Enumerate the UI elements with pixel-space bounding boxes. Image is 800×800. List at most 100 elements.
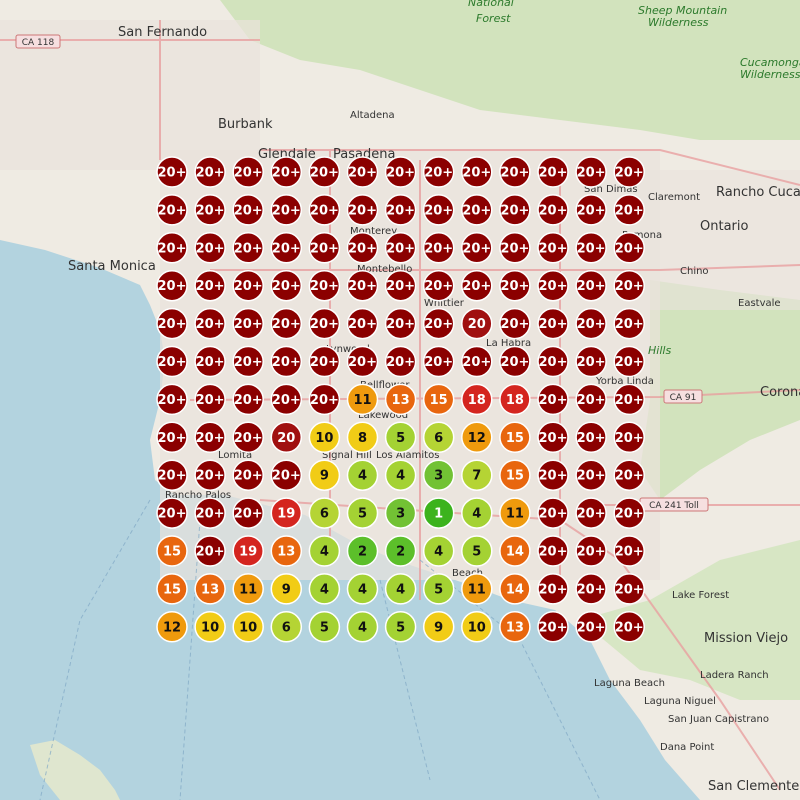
grid-marker[interactable]: 20+: [156, 345, 188, 378]
grid-marker[interactable]: 11: [499, 497, 531, 529]
grid-marker[interactable]: 20+: [308, 383, 341, 416]
grid-marker[interactable]: 20+: [194, 194, 226, 226]
grid-marker[interactable]: 19: [270, 497, 303, 529]
grid-marker[interactable]: 20+: [613, 421, 645, 454]
grid-marker[interactable]: 15: [499, 459, 531, 491]
grid-marker[interactable]: 5: [346, 497, 379, 529]
grid-marker[interactable]: 20+: [384, 269, 417, 302]
grid-marker[interactable]: 20+: [156, 156, 188, 188]
grid-marker[interactable]: 20+: [156, 232, 188, 264]
grid-marker[interactable]: 15: [156, 573, 188, 605]
grid-marker[interactable]: 10: [232, 611, 264, 643]
grid-marker[interactable]: 20+: [422, 269, 455, 302]
grid-marker[interactable]: 20+: [156, 383, 188, 416]
grid-marker[interactable]: 20+: [613, 232, 645, 264]
grid-marker[interactable]: 5: [422, 573, 455, 605]
grid-marker[interactable]: 20+: [384, 345, 417, 378]
grid-marker[interactable]: 20+: [613, 573, 645, 605]
grid-marker[interactable]: 5: [384, 611, 417, 643]
grid-marker[interactable]: 20+: [384, 194, 417, 226]
grid-marker[interactable]: 20+: [575, 232, 607, 264]
grid-marker[interactable]: 20+: [461, 345, 493, 378]
grid-marker[interactable]: 20+: [232, 459, 264, 491]
grid-marker[interactable]: 4: [384, 573, 417, 605]
grid-marker[interactable]: 20+: [613, 269, 645, 302]
grid-marker[interactable]: 20+: [575, 497, 607, 529]
grid-marker[interactable]: 20+: [270, 194, 303, 226]
grid-marker[interactable]: 20+: [270, 269, 303, 302]
grid-marker[interactable]: 2: [346, 535, 379, 567]
grid-marker[interactable]: 20+: [308, 269, 341, 302]
grid-marker[interactable]: 20+: [537, 459, 569, 491]
grid-marker[interactable]: 4: [346, 459, 379, 491]
grid-marker[interactable]: 20+: [308, 156, 341, 188]
grid-marker[interactable]: 20+: [346, 232, 379, 264]
grid-marker[interactable]: 4: [346, 611, 379, 643]
grid-marker[interactable]: 11: [461, 573, 493, 605]
grid-marker[interactable]: 20+: [613, 497, 645, 529]
grid-marker[interactable]: 20+: [613, 611, 645, 643]
grid-marker[interactable]: 20+: [575, 459, 607, 491]
grid-marker[interactable]: 20+: [613, 459, 645, 491]
grid-marker[interactable]: 20+: [499, 194, 531, 226]
grid-marker[interactable]: 20+: [270, 345, 303, 378]
grid-marker[interactable]: 11: [346, 383, 379, 416]
grid-marker[interactable]: 20+: [346, 156, 379, 188]
map[interactable]: CA 118 CA 91 CA 241 Toll San Fernando Bu…: [0, 0, 800, 800]
grid-marker[interactable]: 20+: [194, 307, 226, 340]
grid-marker[interactable]: 20+: [537, 307, 569, 340]
grid-marker[interactable]: 3: [422, 459, 455, 491]
grid-marker[interactable]: 20+: [194, 535, 226, 567]
grid-marker[interactable]: 13: [194, 573, 226, 605]
grid-marker[interactable]: 20+: [194, 421, 226, 454]
grid-marker[interactable]: 20+: [575, 194, 607, 226]
grid-marker[interactable]: 20+: [499, 307, 531, 340]
grid-marker[interactable]: 20+: [194, 459, 226, 491]
grid-marker[interactable]: 20+: [422, 156, 455, 188]
grid-marker[interactable]: 20+: [575, 307, 607, 340]
grid-marker[interactable]: 20+: [422, 345, 455, 378]
grid-marker[interactable]: 5: [461, 535, 493, 567]
grid-marker[interactable]: 20+: [537, 156, 569, 188]
grid-marker[interactable]: 20+: [232, 232, 264, 264]
grid-marker[interactable]: 20+: [575, 421, 607, 454]
grid-marker[interactable]: 20+: [537, 269, 569, 302]
grid-marker[interactable]: 20+: [232, 156, 264, 188]
grid-marker[interactable]: 20+: [499, 232, 531, 264]
grid-marker[interactable]: 9: [270, 573, 303, 605]
grid-marker[interactable]: 20+: [194, 156, 226, 188]
grid-marker[interactable]: 20+: [537, 345, 569, 378]
grid-marker[interactable]: 20+: [156, 307, 188, 340]
grid-marker[interactable]: 15: [422, 383, 455, 416]
grid-marker[interactable]: 20+: [537, 497, 569, 529]
grid-marker[interactable]: 20+: [346, 345, 379, 378]
grid-marker[interactable]: 14: [499, 573, 531, 605]
grid-marker[interactable]: 18: [461, 383, 493, 416]
grid-marker[interactable]: 13: [384, 383, 417, 416]
grid-marker[interactable]: 20+: [270, 232, 303, 264]
grid-marker[interactable]: 20+: [575, 573, 607, 605]
grid-marker[interactable]: 20+: [537, 383, 569, 416]
grid-marker[interactable]: 20+: [232, 421, 264, 454]
grid-marker[interactable]: 6: [422, 421, 455, 454]
grid-marker[interactable]: 1: [422, 497, 455, 529]
grid-marker[interactable]: 20+: [499, 156, 531, 188]
grid-marker[interactable]: 20+: [270, 459, 303, 491]
grid-marker[interactable]: 20+: [156, 459, 188, 491]
grid-marker[interactable]: 20+: [499, 269, 531, 302]
grid-marker[interactable]: 5: [384, 421, 417, 454]
grid-marker[interactable]: 20+: [384, 307, 417, 340]
grid-marker[interactable]: 15: [156, 535, 188, 567]
grid-marker[interactable]: 20+: [384, 156, 417, 188]
grid-marker[interactable]: 20+: [613, 194, 645, 226]
grid-marker[interactable]: 4: [422, 535, 455, 567]
grid-marker[interactable]: 20+: [270, 156, 303, 188]
grid-marker[interactable]: 20+: [613, 383, 645, 416]
grid-marker[interactable]: 10: [461, 611, 493, 643]
grid-marker[interactable]: 20+: [499, 345, 531, 378]
grid-marker[interactable]: 7: [461, 459, 493, 491]
grid-marker[interactable]: 20+: [194, 232, 226, 264]
grid-marker[interactable]: 2: [384, 535, 417, 567]
grid-marker[interactable]: 20: [461, 307, 493, 340]
grid-marker[interactable]: 20+: [384, 232, 417, 264]
